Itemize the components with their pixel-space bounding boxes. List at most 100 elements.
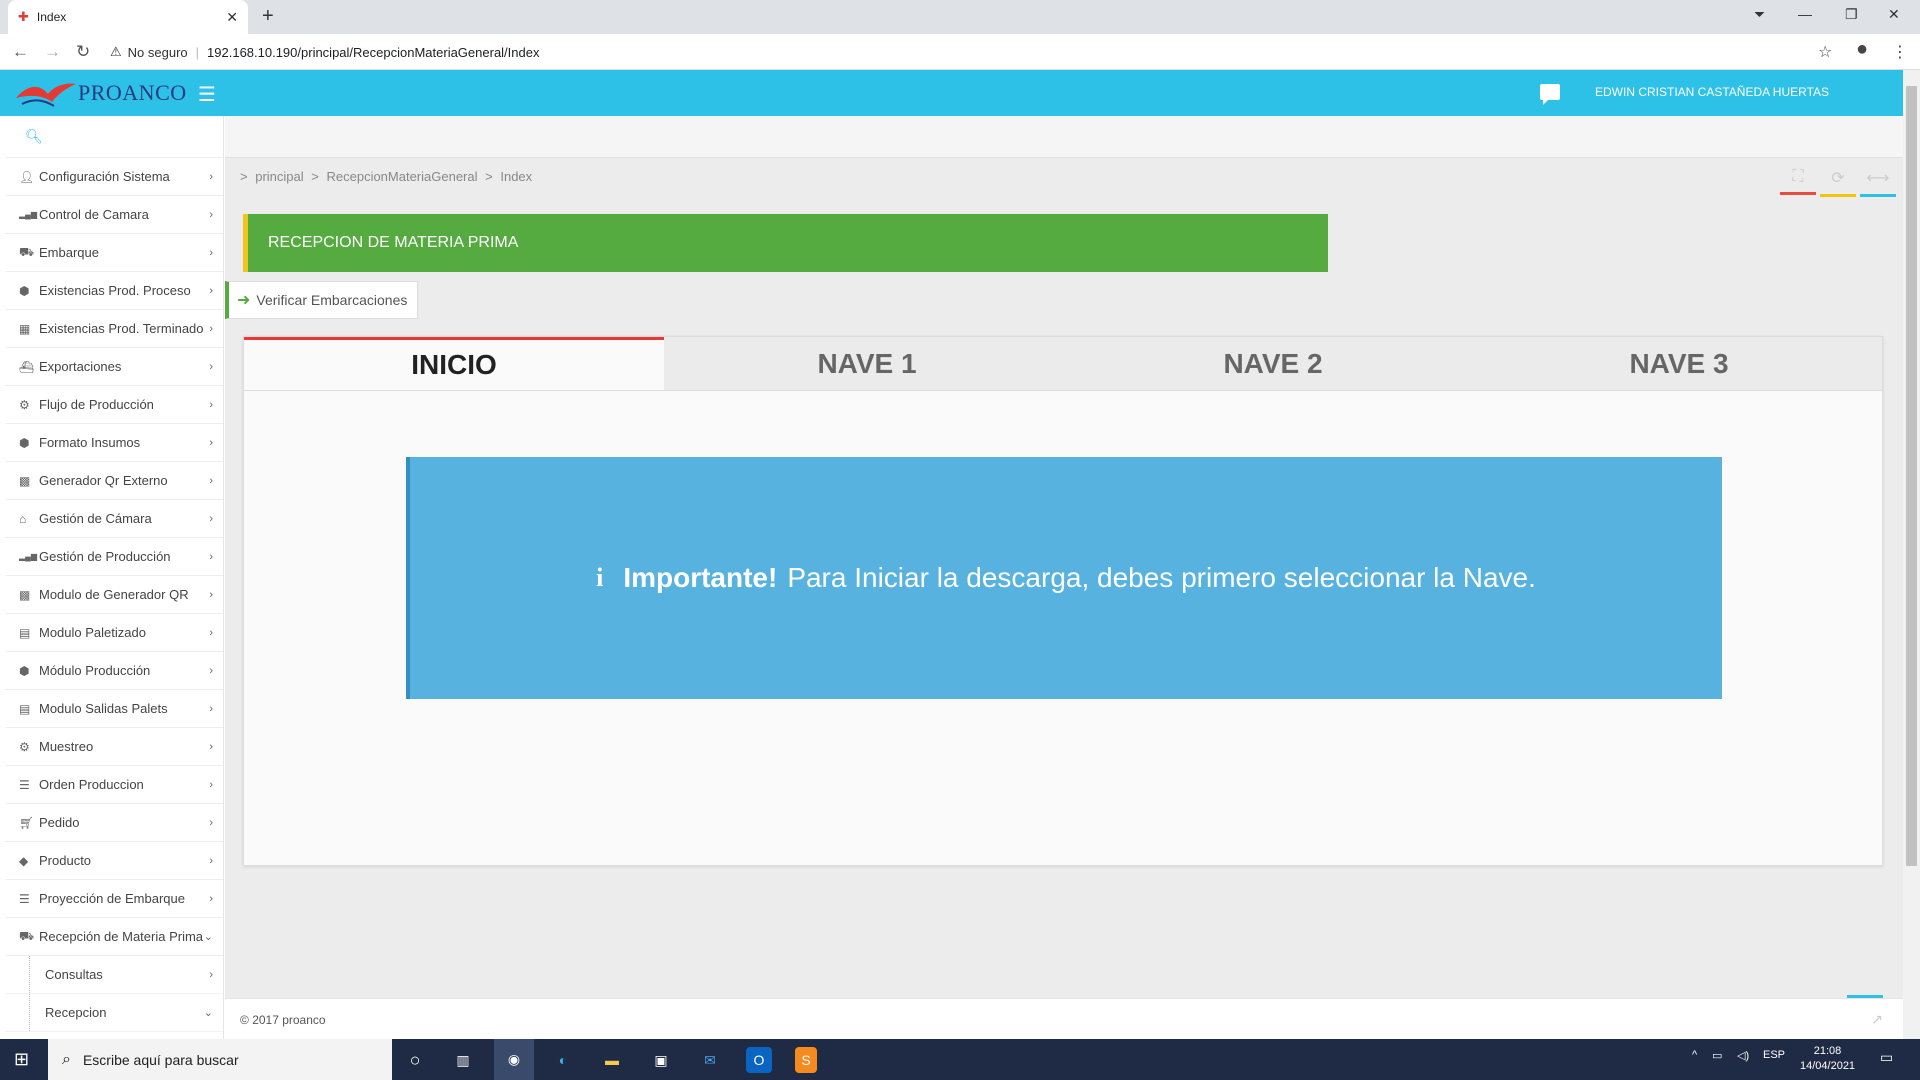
- omnibox[interactable]: ⚠ No seguro | 192.168.10.190/principal/R…: [110, 40, 1810, 64]
- address-bar: ← → ↻ ⚠ No seguro | 192.168.10.190/princ…: [0, 34, 1920, 70]
- cubes-icon: ⬢: [19, 435, 30, 450]
- cube-icon: ◆: [19, 853, 29, 868]
- hamburger-menu-icon[interactable]: ☰: [198, 82, 216, 107]
- sidebar-subitem-consultas[interactable]: Consultas ›: [5, 956, 223, 994]
- chevron-right-icon: ›: [209, 664, 213, 677]
- sidebar-item-modulo-salidas-palets[interactable]: ▤ Modulo Salidas Palets ›: [5, 690, 223, 728]
- new-tab-icon[interactable]: +: [262, 5, 274, 28]
- fullscreen-tool[interactable]: ⛶: [1780, 168, 1816, 195]
- sidebar-item-existencias-prod-terminado[interactable]: ▦ Existencias Prod. Terminado ›: [5, 310, 223, 348]
- sidebar-item-embarque[interactable]: ⛟ Embarque ›: [5, 234, 223, 272]
- sidebar-item-formato-insumos[interactable]: ⬢ Formato Insumos ›: [5, 424, 223, 462]
- sublime-text-icon[interactable]: S: [795, 1047, 817, 1073]
- sidebar-item-label: Modulo Salidas Palets: [39, 701, 168, 716]
- sidebar-item-recepción-de-materia-prima[interactable]: ⛟ Recepción de Materia Prima ⌄: [5, 918, 223, 956]
- sidebar-subitem-recepcion[interactable]: Recepcion ⌄: [5, 994, 223, 1032]
- profile-menu-icon[interactable]: ⏷: [1754, 6, 1765, 23]
- language-indicator[interactable]: ESP: [1763, 1049, 1785, 1061]
- chevron-right-icon: ›: [209, 170, 213, 183]
- close-tab-icon[interactable]: ✕: [226, 9, 238, 26]
- volume-icon[interactable]: ◁): [1737, 1049, 1749, 1062]
- sidebar-item-existencias-prod-proceso[interactable]: ⬢ Existencias Prod. Proceso ›: [5, 272, 223, 310]
- sliders-icon: ☰: [19, 891, 30, 906]
- external-link-icon[interactable]: ↗: [1871, 1011, 1883, 1028]
- sidebar-item-proyección-de-embarque[interactable]: ☰ Proyección de Embarque ›: [5, 880, 223, 918]
- logo-text: PROANCO: [78, 80, 187, 105]
- outlook-icon[interactable]: O: [746, 1047, 772, 1073]
- sidebar-item-label: Gestión de Cámara: [39, 511, 152, 526]
- footer: © 2017 proanco ↗: [225, 995, 1903, 1039]
- file-explorer-icon[interactable]: ▬: [599, 1047, 625, 1073]
- tab-nave-2[interactable]: NAVE 2: [1070, 337, 1476, 390]
- tab-nave-3[interactable]: NAVE 3: [1476, 337, 1882, 390]
- calendar-icon: ▤: [19, 701, 31, 716]
- sidebar-item-modulo-de-generador-qr[interactable]: ▩ Modulo de Generador QR ›: [5, 576, 223, 614]
- bookmark-star-icon[interactable]: ☆: [1818, 42, 1832, 62]
- notifications-icon[interactable]: ▭: [1880, 1049, 1893, 1066]
- copyright: © 2017 proanco: [240, 1013, 326, 1027]
- logo[interactable]: PROANCO: [14, 76, 187, 110]
- warning-icon: ⚠: [110, 44, 122, 59]
- tray-chevron-icon[interactable]: ^: [1692, 1049, 1697, 1061]
- user-icon: 👤︎: [19, 169, 35, 184]
- breadcrumb-item[interactable]: principal: [255, 169, 303, 184]
- security-label: No seguro: [127, 44, 188, 60]
- sidebar-item-label: Gestión de Producción: [39, 549, 171, 564]
- tab-title: Index: [36, 10, 67, 24]
- account-icon[interactable]: ●: [1856, 38, 1868, 61]
- chevron-right-icon: ›: [209, 550, 213, 563]
- tab-nave-1[interactable]: NAVE 1: [664, 337, 1070, 390]
- refresh-tool[interactable]: ⟳: [1820, 168, 1856, 197]
- user-name[interactable]: EDWIN CRISTIAN CASTAÑEDA HUERTAS: [1595, 85, 1829, 99]
- menu-kebab-icon[interactable]: ⋮: [1892, 42, 1908, 62]
- browser-tab-strip: ✚ Index ✕ + ⏷ — ❐ ✕: [0, 0, 1920, 34]
- browser-tab[interactable]: ✚ Index ✕: [8, 0, 248, 34]
- sidebar-search[interactable]: 🔍︎: [5, 116, 223, 158]
- minimize-icon[interactable]: —: [1798, 6, 1812, 22]
- sidebar-item-exportaciones[interactable]: ⛴ Exportaciones ›: [5, 348, 223, 386]
- main-content: > principal > RecepcionMateriaGeneral > …: [225, 116, 1903, 1039]
- sidebar-item-flujo-de-producción[interactable]: ⚙ Flujo de Producción ›: [5, 386, 223, 424]
- resize-tool[interactable]: ⟷: [1860, 168, 1896, 197]
- tab-inicio[interactable]: INICIO: [244, 337, 664, 390]
- clock[interactable]: 21:08 14/04/2021: [1800, 1044, 1855, 1074]
- sidebar-item-gestión-de-producción[interactable]: ▂▄▆ Gestión de Producción ›: [5, 538, 223, 576]
- forward-icon[interactable]: →: [44, 42, 61, 62]
- sidebar-item-muestreo[interactable]: ⚙ Muestreo ›: [5, 728, 223, 766]
- cortana-icon[interactable]: ○: [402, 1047, 428, 1073]
- sidebar-item-pedido[interactable]: 🛒︎ Pedido ›: [5, 804, 223, 842]
- sidebar-item-orden-produccion[interactable]: ☰ Orden Produccion ›: [5, 766, 223, 804]
- sidebar-item-gestión-de-cámara[interactable]: ⌂ Gestión de Cámara ›: [5, 500, 223, 538]
- network-icon[interactable]: ▭: [1712, 1049, 1722, 1062]
- reload-icon[interactable]: ↻: [76, 42, 90, 62]
- sidebar-item-generador-qr-externo[interactable]: ▩ Generador Qr Externo ›: [5, 462, 223, 500]
- sidebar-item-producto[interactable]: ◆ Producto ›: [5, 842, 223, 880]
- verify-boats-button[interactable]: ➜ Verificar Embarcaciones: [225, 281, 419, 319]
- alert-strong: Importante!: [623, 562, 778, 593]
- page-title-bar: RECEPCION DE MATERIA PRIMA: [243, 214, 1328, 272]
- scrollbar-thumb[interactable]: [1906, 86, 1917, 866]
- page-scrollbar[interactable]: [1903, 70, 1920, 1039]
- back-icon[interactable]: ←: [12, 42, 29, 62]
- restore-icon[interactable]: ❐: [1845, 6, 1858, 23]
- close-window-icon[interactable]: ✕: [1888, 6, 1900, 23]
- store-icon[interactable]: ▣: [648, 1047, 674, 1073]
- task-view-icon[interactable]: ▥: [450, 1047, 476, 1073]
- page-title: RECEPCION DE MATERIA PRIMA: [268, 234, 519, 251]
- chevron-right-icon: ›: [209, 208, 213, 221]
- edge-icon[interactable]: ◐: [550, 1047, 576, 1073]
- sidebar-item-módulo-producción[interactable]: ⬢ Módulo Producción ›: [5, 652, 223, 690]
- sidebar-item-modulo-paletizado[interactable]: ▤ Modulo Paletizado ›: [5, 614, 223, 652]
- sidebar-item-control-de-camara[interactable]: ▂▄▆ Control de Camara ›: [5, 196, 223, 234]
- taskbar-search[interactable]: ⌕ Escribe aquí para buscar: [48, 1039, 392, 1080]
- bird-logo-icon: [16, 83, 76, 107]
- chat-icon[interactable]: [1540, 84, 1560, 105]
- sidebar-item-configuración-sistema[interactable]: 👤︎ Configuración Sistema ›: [5, 158, 223, 196]
- breadcrumb-sep: >: [311, 169, 319, 184]
- chevron-right-icon: ›: [209, 284, 213, 297]
- chrome-taskbar-icon[interactable]: ◉: [494, 1039, 534, 1080]
- windows-start-icon[interactable]: ⊞: [14, 1049, 29, 1070]
- info-icon: i: [596, 563, 604, 592]
- breadcrumb-item[interactable]: RecepcionMateriaGeneral: [326, 169, 477, 184]
- mail-icon[interactable]: ✉: [697, 1047, 723, 1073]
